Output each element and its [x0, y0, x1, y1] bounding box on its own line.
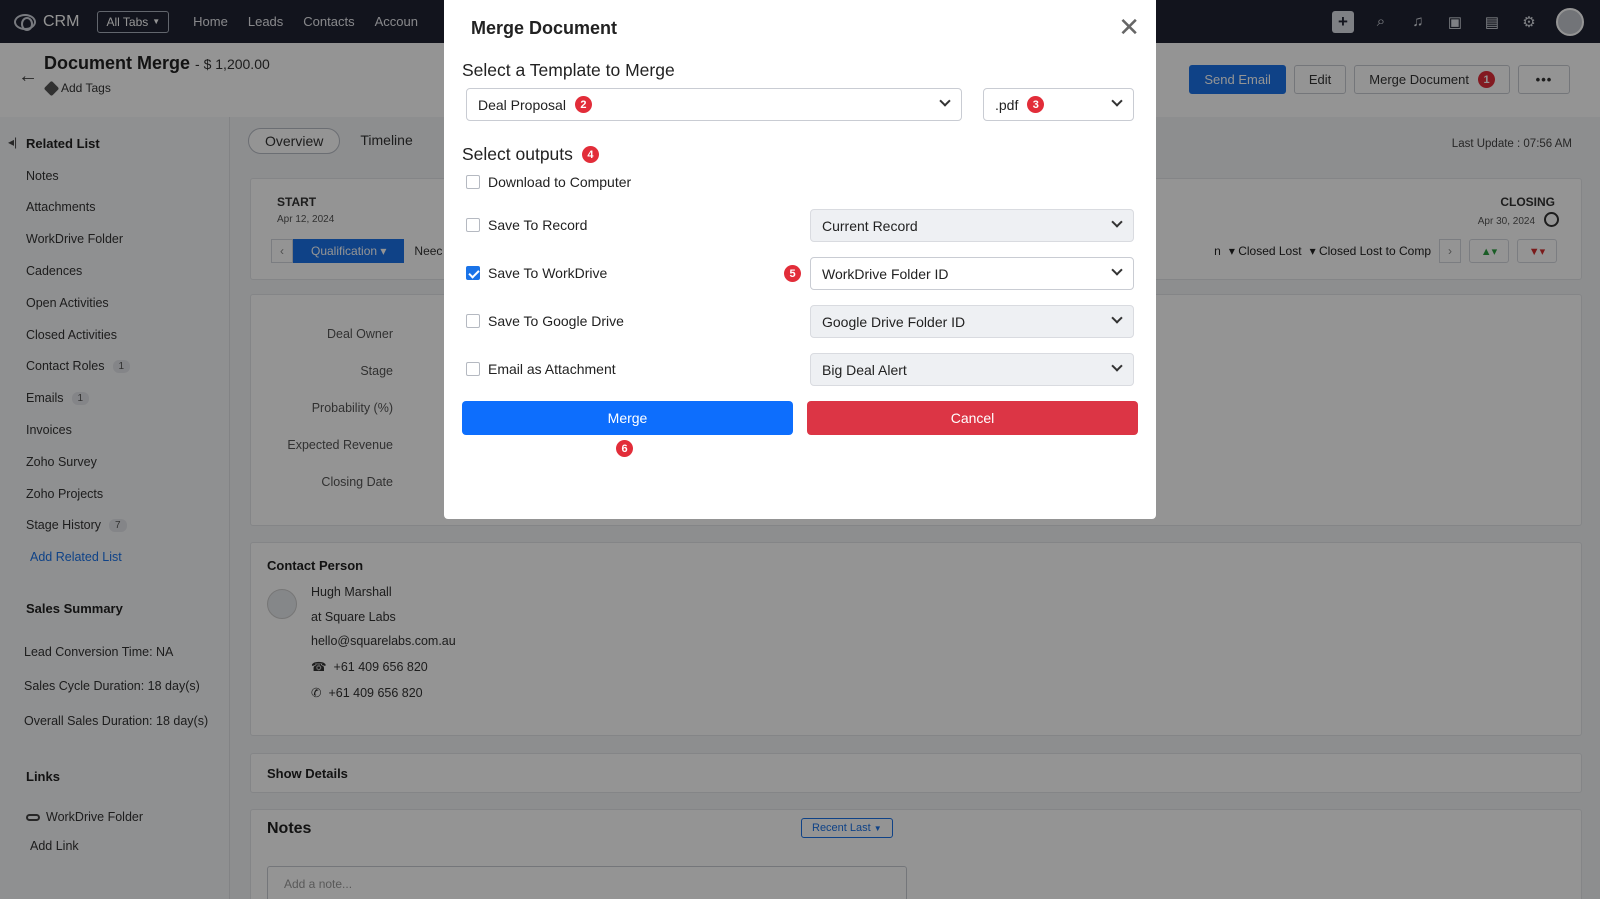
- save-to-workdrive-checkbox[interactable]: [466, 266, 480, 280]
- modal-title: Merge Document: [471, 18, 618, 38]
- option-label: Save To WorkDrive: [488, 265, 608, 281]
- format-value: .pdf: [995, 96, 1019, 113]
- option-label: Download to Computer: [488, 174, 632, 190]
- option-email-as-attachment[interactable]: Email as Attachment: [466, 361, 616, 377]
- chevron-down-icon: [1111, 95, 1123, 107]
- option-label: Email as Attachment: [488, 361, 616, 377]
- google-drive-folder-value: Google Drive Folder ID: [822, 313, 966, 330]
- chevron-down-icon: [1111, 360, 1123, 372]
- template-value: Deal Proposal: [478, 96, 566, 113]
- template-select[interactable]: Deal Proposal 2: [466, 88, 962, 121]
- email-attachment-checkbox[interactable]: [466, 362, 480, 376]
- option-save-to-google-drive[interactable]: Save To Google Drive: [466, 313, 624, 329]
- download-checkbox[interactable]: [466, 175, 480, 189]
- step-badge-3: 3: [1027, 96, 1045, 113]
- workdrive-folder-value: WorkDrive Folder ID: [822, 265, 949, 282]
- chevron-down-icon: [1111, 264, 1123, 276]
- template-heading: Select a Template to Merge: [462, 60, 675, 80]
- merge-button[interactable]: Merge: [462, 401, 793, 435]
- google-drive-folder-select[interactable]: Google Drive Folder ID: [810, 305, 1134, 338]
- cancel-button[interactable]: Cancel: [807, 401, 1138, 435]
- email-template-value: Big Deal Alert: [822, 361, 907, 378]
- record-select[interactable]: Current Record: [810, 209, 1134, 242]
- option-label: Save To Record: [488, 217, 588, 233]
- chevron-down-icon: [1111, 312, 1123, 324]
- chevron-down-icon: [1111, 216, 1123, 228]
- chevron-down-icon: [939, 95, 951, 107]
- email-template-select[interactable]: Big Deal Alert: [810, 353, 1134, 386]
- step-badge-2: 2: [574, 96, 592, 113]
- step-badge-6: 6: [616, 440, 633, 457]
- step-badge-4: 4: [581, 146, 599, 163]
- workdrive-folder-select[interactable]: WorkDrive Folder ID: [810, 257, 1134, 290]
- option-save-to-workdrive[interactable]: Save To WorkDrive: [466, 265, 607, 281]
- option-label: Save To Google Drive: [488, 313, 624, 329]
- record-select-value: Current Record: [822, 217, 918, 234]
- format-select[interactable]: .pdf 3: [983, 88, 1134, 121]
- option-download-to-computer[interactable]: Download to Computer: [466, 174, 631, 190]
- merge-document-modal: Merge Document ✕ Select a Template to Me…: [444, 0, 1156, 519]
- save-to-record-checkbox[interactable]: [466, 218, 480, 232]
- option-save-to-record[interactable]: Save To Record: [466, 217, 587, 233]
- close-icon[interactable]: ✕: [1118, 12, 1140, 43]
- outputs-heading: Select outputs 4: [462, 144, 599, 165]
- save-to-google-drive-checkbox[interactable]: [466, 314, 480, 328]
- outputs-heading-label: Select outputs: [462, 144, 573, 164]
- step-badge-5: 5: [784, 265, 801, 282]
